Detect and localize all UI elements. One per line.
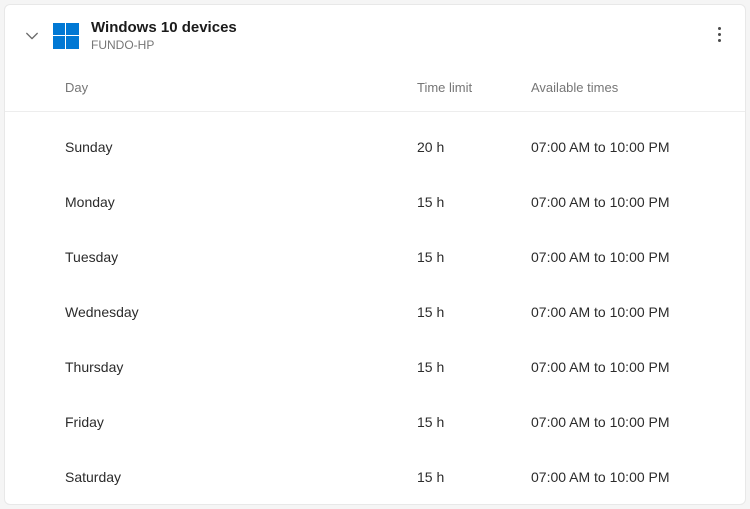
- cell-times: 07:00 AM to 10:00 PM: [531, 249, 745, 265]
- cell-day: Tuesday: [5, 249, 417, 265]
- table-row[interactable]: Saturday 15 h 07:00 AM to 10:00 PM: [5, 450, 745, 505]
- device-name: FUNDO-HP: [91, 38, 237, 54]
- cell-limit: 15 h: [417, 249, 531, 265]
- cell-limit: 15 h: [417, 304, 531, 320]
- more-options-button[interactable]: [714, 23, 725, 46]
- cell-day: Sunday: [5, 139, 417, 155]
- cell-times: 07:00 AM to 10:00 PM: [531, 359, 745, 375]
- cell-times: 07:00 AM to 10:00 PM: [531, 304, 745, 320]
- table-body: Sunday 20 h 07:00 AM to 10:00 PM Monday …: [5, 112, 745, 505]
- table-row[interactable]: Thursday 15 h 07:00 AM to 10:00 PM: [5, 340, 745, 395]
- cell-times: 07:00 AM to 10:00 PM: [531, 469, 745, 485]
- collapse-toggle[interactable]: [21, 25, 43, 47]
- column-header-times: Available times: [531, 80, 745, 95]
- cell-day: Wednesday: [5, 304, 417, 320]
- cell-limit: 15 h: [417, 414, 531, 430]
- table-row[interactable]: Tuesday 15 h 07:00 AM to 10:00 PM: [5, 230, 745, 285]
- table-header-row: Day Time limit Available times: [5, 66, 745, 112]
- cell-day: Monday: [5, 194, 417, 210]
- title-block: Windows 10 devices FUNDO-HP: [91, 19, 237, 54]
- table-row[interactable]: Sunday 20 h 07:00 AM to 10:00 PM: [5, 120, 745, 175]
- cell-day: Saturday: [5, 469, 417, 485]
- cell-day: Friday: [5, 414, 417, 430]
- cell-limit: 20 h: [417, 139, 531, 155]
- chevron-down-icon: [25, 29, 39, 43]
- table-row[interactable]: Wednesday 15 h 07:00 AM to 10:00 PM: [5, 285, 745, 340]
- table-row[interactable]: Monday 15 h 07:00 AM to 10:00 PM: [5, 175, 745, 230]
- cell-times: 07:00 AM to 10:00 PM: [531, 194, 745, 210]
- cell-day: Thursday: [5, 359, 417, 375]
- cell-times: 07:00 AM to 10:00 PM: [531, 139, 745, 155]
- column-header-limit: Time limit: [417, 80, 531, 95]
- card-title: Windows 10 devices: [91, 19, 237, 37]
- column-header-day: Day: [5, 80, 417, 95]
- screen-time-card: Windows 10 devices FUNDO-HP Day Time lim…: [4, 4, 746, 505]
- card-header: Windows 10 devices FUNDO-HP: [5, 5, 745, 66]
- windows-logo-icon: [53, 23, 79, 49]
- cell-limit: 15 h: [417, 359, 531, 375]
- cell-limit: 15 h: [417, 194, 531, 210]
- cell-times: 07:00 AM to 10:00 PM: [531, 414, 745, 430]
- table-row[interactable]: Friday 15 h 07:00 AM to 10:00 PM: [5, 395, 745, 450]
- cell-limit: 15 h: [417, 469, 531, 485]
